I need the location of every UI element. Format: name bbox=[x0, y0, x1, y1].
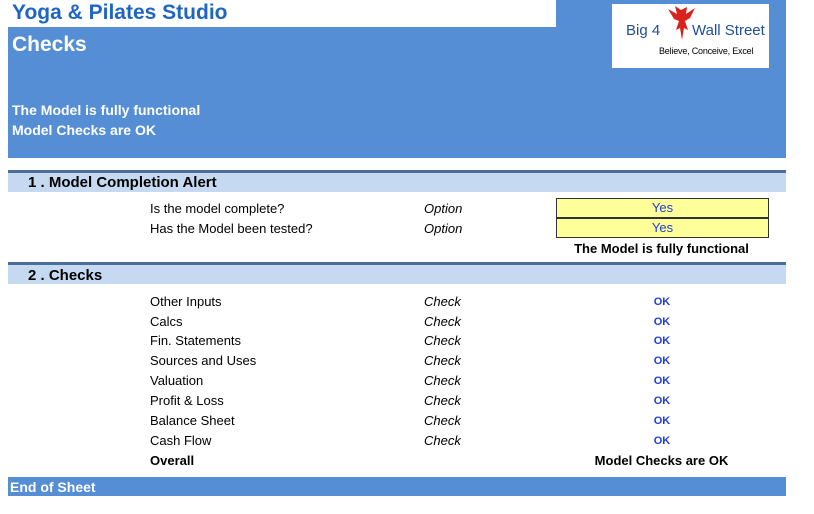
model-tested-input[interactable]: Yes bbox=[556, 218, 769, 238]
app-title: Yoga & Pilates Studio bbox=[12, 1, 228, 24]
check-status-calcs: OK bbox=[653, 316, 671, 328]
check-status-valuation: OK bbox=[653, 375, 671, 387]
check-type: Check bbox=[424, 314, 461, 329]
row-type-option: Option bbox=[424, 201, 463, 216]
header-status-functional: The Model is fully functional bbox=[12, 102, 201, 118]
overall-label: Overall bbox=[150, 453, 195, 468]
footer-bar bbox=[8, 477, 786, 496]
row-label-model-tested: Has the Model been tested? bbox=[150, 221, 313, 236]
logo-tagline: Believe, Conceive, Excel bbox=[659, 46, 754, 56]
check-status-other-inputs: OK bbox=[653, 296, 671, 308]
check-type: Check bbox=[424, 353, 461, 368]
check-label-calcs: Calcs bbox=[150, 314, 183, 329]
check-label-fin-statements: Fin. Statements bbox=[150, 333, 242, 348]
check-status-profit-loss: OK bbox=[653, 395, 671, 407]
check-label-profit-loss: Profit & Loss bbox=[150, 393, 224, 408]
section-title-checks: 2 . Checks bbox=[28, 267, 103, 284]
brand-logo: Big 4 Wall Street Believe, Conceive, Exc… bbox=[612, 4, 769, 68]
completion-status: The Model is fully functional bbox=[574, 241, 749, 256]
check-type: Check bbox=[424, 333, 461, 348]
page-title: Checks bbox=[12, 33, 87, 56]
header-status-checks: Model Checks are OK bbox=[12, 122, 156, 138]
overall-status: Model Checks are OK bbox=[594, 453, 729, 468]
logo-text-right: Wall Street bbox=[692, 22, 765, 39]
check-status-sources-uses: OK bbox=[653, 355, 671, 367]
check-type: Check bbox=[424, 294, 461, 309]
check-status-balance-sheet: OK bbox=[653, 415, 671, 427]
check-label-valuation: Valuation bbox=[150, 373, 204, 388]
check-label-cash-flow: Cash Flow bbox=[150, 433, 212, 448]
end-of-sheet-label: End of Sheet bbox=[10, 479, 96, 495]
check-status-fin-statements: OK bbox=[653, 335, 671, 347]
check-type: Check bbox=[424, 433, 461, 448]
check-status-cash-flow: OK bbox=[653, 435, 671, 447]
row-label-model-complete: Is the model complete? bbox=[150, 201, 285, 216]
section-bar-checks bbox=[8, 262, 786, 284]
row-type-option: Option bbox=[424, 221, 463, 236]
check-label-sources-uses: Sources and Uses bbox=[150, 353, 257, 368]
check-type: Check bbox=[424, 373, 461, 388]
model-complete-input[interactable]: Yes bbox=[556, 198, 769, 218]
section-title-completion: 1 . Model Completion Alert bbox=[28, 174, 217, 191]
check-type: Check bbox=[424, 393, 461, 408]
check-label-other-inputs: Other Inputs bbox=[150, 294, 222, 309]
logo-text-left: Big 4 bbox=[626, 22, 661, 39]
check-type: Check bbox=[424, 413, 461, 428]
check-label-balance-sheet: Balance Sheet bbox=[150, 413, 235, 428]
